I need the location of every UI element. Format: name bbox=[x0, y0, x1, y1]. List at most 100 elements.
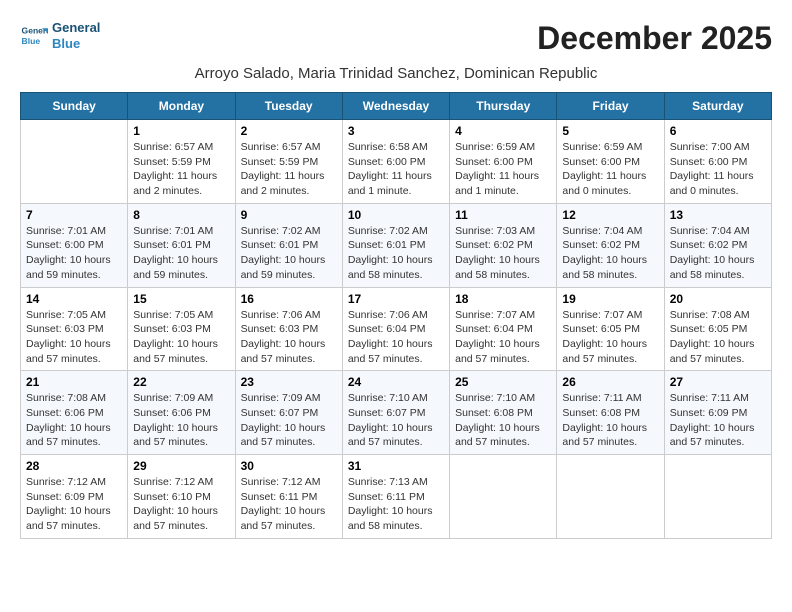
calendar-cell bbox=[664, 455, 771, 539]
day-number: 21 bbox=[26, 375, 122, 389]
day-info: Sunrise: 7:05 AM Sunset: 6:03 PM Dayligh… bbox=[133, 308, 229, 367]
day-number: 24 bbox=[348, 375, 444, 389]
calendar-cell: 3 Sunrise: 6:58 AM Sunset: 6:00 PM Daylig… bbox=[342, 120, 449, 204]
col-header-wednesday: Wednesday bbox=[342, 93, 449, 120]
day-info: Sunrise: 7:01 AM Sunset: 6:00 PM Dayligh… bbox=[26, 224, 122, 283]
day-number: 8 bbox=[133, 208, 229, 222]
calendar-cell: 8 Sunrise: 7:01 AM Sunset: 6:01 PM Daylig… bbox=[128, 203, 235, 287]
calendar-cell: 7 Sunrise: 7:01 AM Sunset: 6:00 PM Daylig… bbox=[21, 203, 128, 287]
col-header-tuesday: Tuesday bbox=[235, 93, 342, 120]
day-number: 10 bbox=[348, 208, 444, 222]
day-number: 3 bbox=[348, 124, 444, 138]
day-info: Sunrise: 7:12 AM Sunset: 6:11 PM Dayligh… bbox=[241, 475, 337, 534]
day-info: Sunrise: 7:10 AM Sunset: 6:08 PM Dayligh… bbox=[455, 391, 551, 450]
day-number: 14 bbox=[26, 292, 122, 306]
day-info: Sunrise: 7:06 AM Sunset: 6:03 PM Dayligh… bbox=[241, 308, 337, 367]
svg-text:General: General bbox=[22, 25, 48, 35]
day-info: Sunrise: 6:59 AM Sunset: 6:00 PM Dayligh… bbox=[562, 140, 658, 199]
calendar-cell: 19 Sunrise: 7:07 AM Sunset: 6:05 PM Dayli… bbox=[557, 287, 664, 371]
day-number: 2 bbox=[241, 124, 337, 138]
day-number: 20 bbox=[670, 292, 766, 306]
day-number: 23 bbox=[241, 375, 337, 389]
day-info: Sunrise: 7:05 AM Sunset: 6:03 PM Dayligh… bbox=[26, 308, 122, 367]
calendar-cell bbox=[557, 455, 664, 539]
day-number: 15 bbox=[133, 292, 229, 306]
calendar-cell: 21 Sunrise: 7:08 AM Sunset: 6:06 PM Dayli… bbox=[21, 371, 128, 455]
calendar-week-1: 1 Sunrise: 6:57 AM Sunset: 5:59 PM Daylig… bbox=[21, 120, 772, 204]
day-number: 16 bbox=[241, 292, 337, 306]
calendar-cell bbox=[450, 455, 557, 539]
day-info: Sunrise: 6:58 AM Sunset: 6:00 PM Dayligh… bbox=[348, 140, 444, 199]
day-info: Sunrise: 7:00 AM Sunset: 6:00 PM Dayligh… bbox=[670, 140, 766, 199]
calendar-week-5: 28 Sunrise: 7:12 AM Sunset: 6:09 PM Dayli… bbox=[21, 455, 772, 539]
day-number: 17 bbox=[348, 292, 444, 306]
day-number: 4 bbox=[455, 124, 551, 138]
calendar-cell: 5Sunrise: 6:59 AM Sunset: 6:00 PM Daylig… bbox=[557, 120, 664, 204]
calendar-cell: 12Sunrise: 7:04 AM Sunset: 6:02 PM Dayli… bbox=[557, 203, 664, 287]
day-info: Sunrise: 6:57 AM Sunset: 5:59 PM Dayligh… bbox=[133, 140, 229, 199]
day-number: 11 bbox=[455, 208, 551, 222]
calendar-cell bbox=[21, 120, 128, 204]
day-info: Sunrise: 7:08 AM Sunset: 6:05 PM Dayligh… bbox=[670, 308, 766, 367]
calendar-week-4: 21 Sunrise: 7:08 AM Sunset: 6:06 PM Dayli… bbox=[21, 371, 772, 455]
day-number: 1 bbox=[133, 124, 229, 138]
day-info: Sunrise: 6:59 AM Sunset: 6:00 PM Dayligh… bbox=[455, 140, 551, 199]
day-number: 13 bbox=[670, 208, 766, 222]
calendar-cell: 11 Sunrise: 7:03 AM Sunset: 6:02 PM Dayli… bbox=[450, 203, 557, 287]
day-info: Sunrise: 7:06 AM Sunset: 6:04 PM Dayligh… bbox=[348, 308, 444, 367]
logo-icon: General Blue bbox=[20, 22, 48, 50]
day-info: Sunrise: 7:07 AM Sunset: 6:05 PM Dayligh… bbox=[562, 308, 658, 367]
day-number: 6 bbox=[670, 124, 766, 138]
calendar-cell: 6 Sunrise: 7:00 AM Sunset: 6:00 PM Daylig… bbox=[664, 120, 771, 204]
calendar-table: SundayMondayTuesdayWednesdayThursdayFrid… bbox=[20, 92, 772, 539]
calendar-cell: 28 Sunrise: 7:12 AM Sunset: 6:09 PM Dayli… bbox=[21, 455, 128, 539]
calendar-cell: 2 Sunrise: 6:57 AM Sunset: 5:59 PM Daylig… bbox=[235, 120, 342, 204]
day-info: Sunrise: 6:57 AM Sunset: 5:59 PM Dayligh… bbox=[241, 140, 337, 199]
day-info: Sunrise: 7:04 AM Sunset: 6:02 PM Dayligh… bbox=[670, 224, 766, 283]
day-number: 29 bbox=[133, 459, 229, 473]
calendar-cell: 9Sunrise: 7:02 AM Sunset: 6:01 PM Daylig… bbox=[235, 203, 342, 287]
day-number: 28 bbox=[26, 459, 122, 473]
calendar-cell: 4 Sunrise: 6:59 AM Sunset: 6:00 PM Daylig… bbox=[450, 120, 557, 204]
day-info: Sunrise: 7:04 AM Sunset: 6:02 PM Dayligh… bbox=[562, 224, 658, 283]
calendar-cell: 23 Sunrise: 7:09 AM Sunset: 6:07 PM Dayli… bbox=[235, 371, 342, 455]
day-number: 27 bbox=[670, 375, 766, 389]
calendar-cell: 20 Sunrise: 7:08 AM Sunset: 6:05 PM Dayli… bbox=[664, 287, 771, 371]
day-info: Sunrise: 7:01 AM Sunset: 6:01 PM Dayligh… bbox=[133, 224, 229, 283]
day-number: 26 bbox=[562, 375, 658, 389]
day-number: 19 bbox=[562, 292, 658, 306]
day-info: Sunrise: 7:09 AM Sunset: 6:06 PM Dayligh… bbox=[133, 391, 229, 450]
subtitle: Arroyo Salado, Maria Trinidad Sanchez, D… bbox=[20, 65, 772, 82]
day-info: Sunrise: 7:12 AM Sunset: 6:10 PM Dayligh… bbox=[133, 475, 229, 534]
calendar-cell: 14 Sunrise: 7:05 AM Sunset: 6:03 PM Dayli… bbox=[21, 287, 128, 371]
day-number: 7 bbox=[26, 208, 122, 222]
calendar-cell: 15 Sunrise: 7:05 AM Sunset: 6:03 PM Dayli… bbox=[128, 287, 235, 371]
col-header-monday: Monday bbox=[128, 93, 235, 120]
day-number: 31 bbox=[348, 459, 444, 473]
calendar-cell: 27Sunrise: 7:11 AM Sunset: 6:09 PM Dayli… bbox=[664, 371, 771, 455]
logo: General Blue General Blue bbox=[20, 20, 100, 51]
day-info: Sunrise: 7:03 AM Sunset: 6:02 PM Dayligh… bbox=[455, 224, 551, 283]
svg-text:Blue: Blue bbox=[22, 35, 41, 45]
calendar-cell: 24 Sunrise: 7:10 AM Sunset: 6:07 PM Dayli… bbox=[342, 371, 449, 455]
calendar-cell: 26Sunrise: 7:11 AM Sunset: 6:08 PM Dayli… bbox=[557, 371, 664, 455]
day-info: Sunrise: 7:09 AM Sunset: 6:07 PM Dayligh… bbox=[241, 391, 337, 450]
col-header-thursday: Thursday bbox=[450, 93, 557, 120]
calendar-cell: 25 Sunrise: 7:10 AM Sunset: 6:08 PM Dayli… bbox=[450, 371, 557, 455]
calendar-cell: 17 Sunrise: 7:06 AM Sunset: 6:04 PM Dayli… bbox=[342, 287, 449, 371]
col-header-friday: Friday bbox=[557, 93, 664, 120]
calendar-cell: 10 Sunrise: 7:02 AM Sunset: 6:01 PM Dayli… bbox=[342, 203, 449, 287]
page-title: December 2025 bbox=[537, 20, 772, 57]
day-info: Sunrise: 7:10 AM Sunset: 6:07 PM Dayligh… bbox=[348, 391, 444, 450]
day-number: 18 bbox=[455, 292, 551, 306]
calendar-cell: 18Sunrise: 7:07 AM Sunset: 6:04 PM Dayli… bbox=[450, 287, 557, 371]
day-info: Sunrise: 7:12 AM Sunset: 6:09 PM Dayligh… bbox=[26, 475, 122, 534]
logo-blue: Blue bbox=[52, 36, 100, 52]
calendar-cell: 30Sunrise: 7:12 AM Sunset: 6:11 PM Dayli… bbox=[235, 455, 342, 539]
day-info: Sunrise: 7:02 AM Sunset: 6:01 PM Dayligh… bbox=[348, 224, 444, 283]
day-info: Sunrise: 7:08 AM Sunset: 6:06 PM Dayligh… bbox=[26, 391, 122, 450]
logo-text: General Blue bbox=[52, 20, 100, 51]
day-number: 25 bbox=[455, 375, 551, 389]
calendar-cell: 16 Sunrise: 7:06 AM Sunset: 6:03 PM Dayli… bbox=[235, 287, 342, 371]
day-number: 22 bbox=[133, 375, 229, 389]
